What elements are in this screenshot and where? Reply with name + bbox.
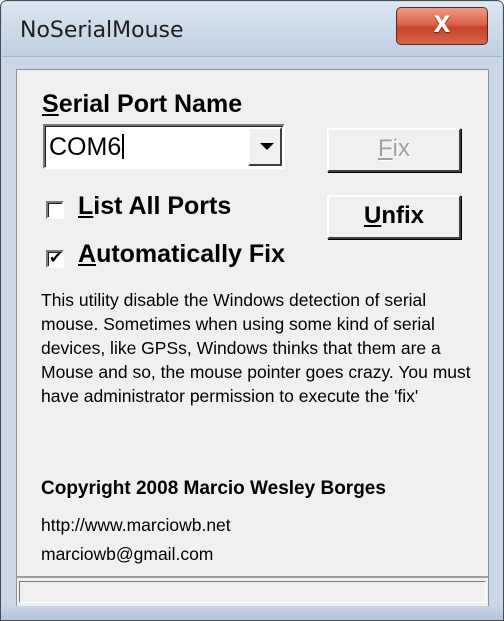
utility-description: This utility disable the Windows detecti… xyxy=(41,290,471,406)
window-title: NoSerialMouse xyxy=(20,18,184,43)
serial-port-combobox[interactable]: COM6 xyxy=(43,124,285,169)
chevron-down-icon xyxy=(260,143,274,150)
list-all-ports-label-text: ist All Ports xyxy=(93,192,232,220)
automatically-fix-checkbox[interactable]: ✔ xyxy=(46,248,64,268)
unfix-button-label: nfix xyxy=(381,202,424,229)
copyright-text: Copyright 2008 Marcio Wesley Borges xyxy=(41,478,386,499)
app-window: NoSerialMouse X Serial Port Name COM6 Fi… xyxy=(0,0,504,621)
fix-button-label: ix xyxy=(392,135,410,162)
unfix-button[interactable]: Unfix xyxy=(327,195,461,239)
dialog-client-area: Serial Port Name COM6 Fix List All Ports… xyxy=(16,69,489,608)
automatically-fix-label[interactable]: Automatically Fix xyxy=(78,240,285,269)
checkmark-icon: ✔ xyxy=(49,248,63,267)
title-bar[interactable]: NoSerialMouse X xyxy=(2,2,502,57)
email-address: marciowb@gmail.com xyxy=(41,544,214,564)
serial-port-name-accesskey: S xyxy=(42,90,59,118)
website-url: http://www.marciowb.net xyxy=(41,515,231,535)
close-button[interactable]: X xyxy=(396,7,488,45)
status-bar-panel xyxy=(19,581,486,603)
automatically-fix-label-text: utomatically Fix xyxy=(96,240,286,268)
serial-port-value[interactable]: COM6 xyxy=(49,133,125,162)
serial-port-value-text: COM6 xyxy=(49,133,122,161)
text-caret xyxy=(122,134,125,159)
fix-button[interactable]: Fix xyxy=(327,128,461,172)
list-all-ports-accesskey: L xyxy=(78,192,94,220)
window-bottom-frame xyxy=(1,606,503,620)
serial-port-dropdown-button[interactable] xyxy=(248,127,282,166)
list-all-ports-label[interactable]: List All Ports xyxy=(78,192,231,221)
unfix-button-accesskey: U xyxy=(363,202,382,229)
list-all-ports-checkbox[interactable] xyxy=(46,201,64,219)
serial-port-name-label: Serial Port Name xyxy=(42,90,242,119)
status-bar xyxy=(17,576,488,607)
automatically-fix-accesskey: A xyxy=(78,240,97,268)
close-icon: X xyxy=(433,13,451,38)
fix-button-accesskey: F xyxy=(377,135,393,162)
serial-port-name-label-text: erial Port Name xyxy=(58,90,243,118)
